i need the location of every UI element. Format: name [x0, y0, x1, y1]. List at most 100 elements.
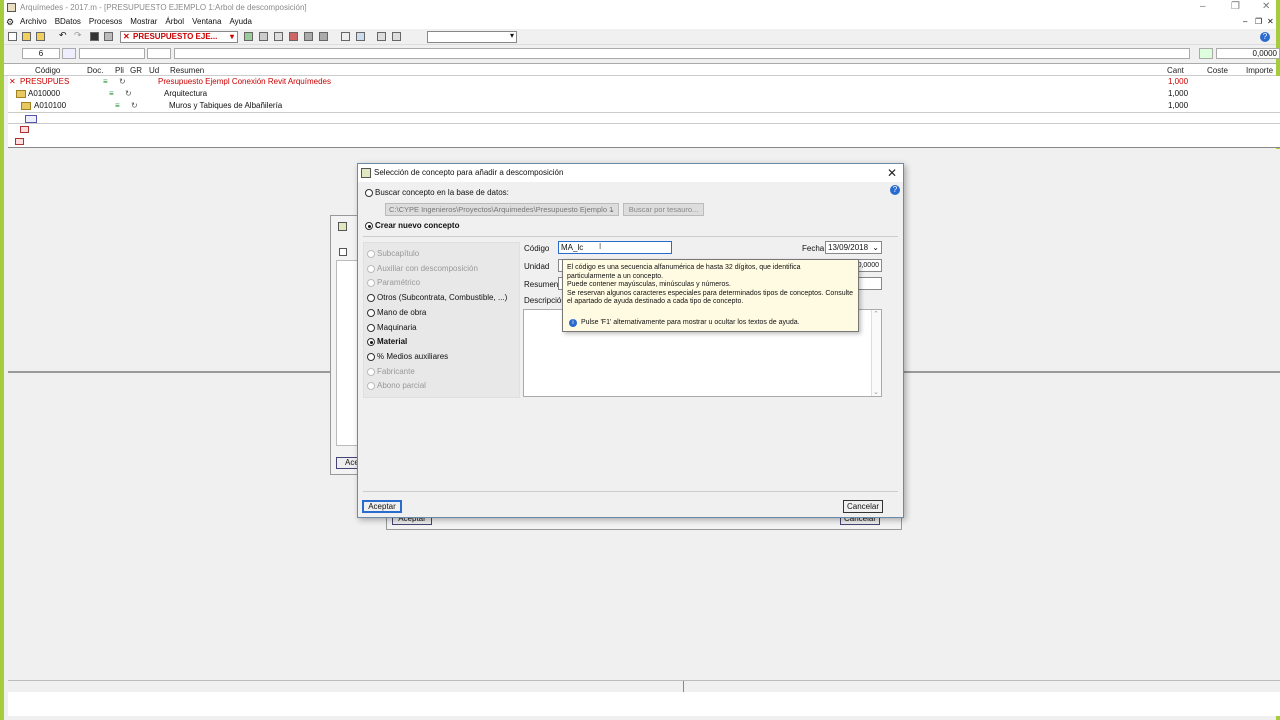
concept-type-label: Paramétrico — [377, 278, 421, 288]
dialog-icon — [361, 168, 371, 178]
save-icon[interactable] — [90, 32, 99, 41]
print-icon[interactable] — [104, 32, 113, 41]
mdi-close-button[interactable]: ✕ — [1267, 15, 1274, 29]
chevron-down-icon[interactable]: ⌄ — [873, 388, 879, 396]
col-gr[interactable]: GR — [130, 66, 142, 75]
toolbar: ↶ ↷ ✕ PRESUPUESTO EJE... ▾ ▾ ? — [4, 29, 1276, 45]
tree-icon: ≡ — [103, 77, 108, 86]
arrow-down-icon: ▾ — [229, 32, 234, 41]
tree-icon[interactable] — [244, 32, 253, 41]
search-db-radio[interactable] — [365, 189, 373, 197]
document-icon[interactable] — [274, 32, 283, 41]
open-recent-icon[interactable] — [36, 32, 45, 41]
menu-item-0[interactable]: Archivo — [20, 15, 47, 29]
tree-row[interactable]: A010100 ≡ ↻ Muros y Tabiques de Albañile… — [8, 100, 1280, 112]
code-input[interactable]: MA_lc I — [558, 241, 672, 254]
window-icon[interactable] — [377, 32, 386, 41]
delete-icon[interactable] — [289, 32, 298, 41]
description-label: Descripción — [524, 296, 566, 305]
row-qty: 1,000 — [1168, 89, 1189, 98]
col-pli[interactable]: Pli — [115, 66, 124, 75]
field-row: 6 0,0000 — [4, 47, 1280, 61]
close-icon[interactable]: ✕ — [887, 166, 897, 180]
tools-icon[interactable] — [1199, 48, 1213, 59]
concept-type-radio[interactable] — [367, 338, 375, 347]
close-button[interactable]: ✕ — [1262, 0, 1270, 14]
row-qty: 1,000 — [1168, 101, 1189, 110]
date-picker[interactable]: 13/09/2018 ⌄ — [825, 241, 882, 254]
cancel-button[interactable]: Cancelar — [843, 500, 883, 513]
help-icon[interactable]: ? — [890, 185, 900, 195]
field-2[interactable] — [79, 48, 145, 59]
minimize-button[interactable]: – — [1200, 0, 1206, 14]
col-summary[interactable]: Resumen — [170, 66, 204, 75]
thesaurus-button[interactable]: Buscar por tesauro... — [623, 203, 704, 216]
undo-icon[interactable]: ↶ — [59, 30, 68, 40]
budget-selector[interactable]: ✕ PRESUPUESTO EJE... ▾ — [120, 31, 238, 43]
tree-row-empty[interactable] — [8, 124, 1280, 136]
menu-bar: ⚙ Archivo BDatos Procesos Mostrar Árbol Venta… — [4, 15, 1276, 29]
path-select[interactable]: C:\CYPE Ingenieros\Proyectos\Arquimedes\… — [385, 203, 619, 216]
create-concept-radio[interactable] — [365, 222, 373, 230]
col-doc[interactable]: Doc. — [87, 66, 103, 75]
mdi-minimize-button[interactable]: – — [1243, 15, 1247, 29]
sort-icon[interactable] — [356, 32, 365, 41]
concept-type-label: Material — [377, 337, 408, 347]
row-summary: Presupuesto Ejempl Conexión Revit Arquím… — [158, 77, 331, 86]
menu-item-6[interactable]: Ayuda — [229, 15, 252, 29]
calendar-icon[interactable] — [62, 48, 76, 59]
tree-row-new[interactable] — [8, 112, 1280, 124]
concept-type-radio[interactable] — [367, 308, 375, 317]
row-code: A010100 — [34, 101, 67, 110]
tree-row-empty[interactable] — [8, 136, 1280, 148]
tree-header: Código Doc. Pli GR Ud Resumen Cant Coste… — [4, 63, 1276, 76]
col-code[interactable]: Código — [35, 66, 60, 75]
open-folder-icon[interactable] — [22, 32, 31, 41]
redo-icon[interactable]: ↷ — [74, 30, 83, 40]
app-window: Arquímedes - 2017.m - [PRESUPUESTO EJEMP… — [0, 0, 1280, 720]
tree-row[interactable]: ✕ PRESUPUES ≡ ↻ Presupuesto Ejempl Conex… — [8, 76, 1280, 88]
filter-icon[interactable] — [341, 32, 350, 41]
col-cost[interactable]: Coste — [1207, 66, 1228, 75]
mdi-icon: ⚙ — [6, 17, 15, 27]
menu-item-4[interactable]: Árbol — [165, 15, 184, 29]
view-combo[interactable]: ▾ — [427, 31, 517, 43]
menu-item-3[interactable]: Mostrar — [130, 15, 157, 29]
concept-type-label: Mano de obra — [377, 307, 427, 317]
folder-icon — [21, 102, 31, 110]
amount-field[interactable]: 0,0000 — [1216, 48, 1280, 59]
tooltip-line: el apartado de ayuda destinado a cada ti… — [567, 298, 744, 306]
concept-type-radio[interactable] — [367, 323, 375, 332]
stack-icon[interactable] — [304, 32, 313, 41]
col-qty[interactable]: Cant — [1167, 66, 1184, 75]
print-preview-icon[interactable] — [319, 32, 328, 41]
accept-button[interactable]: Aceptar — [362, 500, 402, 513]
tooltip-line: Se reservan algunos caracteres especiale… — [567, 289, 853, 297]
network-icon[interactable] — [259, 32, 268, 41]
col-amount[interactable]: Importe — [1246, 66, 1273, 75]
concept-type-label: Maquinaria — [377, 322, 417, 332]
maximize-button[interactable]: ❐ — [1231, 0, 1240, 14]
field-3[interactable] — [147, 48, 171, 59]
dialog-title: Selección de concepto para añadir a desc… — [374, 168, 564, 177]
help-icon[interactable]: ? — [1260, 32, 1270, 42]
concept-type-radio[interactable] — [367, 294, 375, 303]
tree-row[interactable]: A010000 ≡ ↻ Arquitectura 1,000 — [8, 88, 1280, 100]
taskbar-area — [8, 692, 1280, 716]
chevron-up-icon[interactable]: ⌃ — [873, 310, 879, 318]
menu-item-5[interactable]: Ventana — [192, 15, 221, 29]
field-summary[interactable] — [174, 48, 1190, 59]
menu-item-2[interactable]: Procesos — [89, 15, 122, 29]
menu-item-1[interactable]: BDatos — [55, 15, 81, 29]
row-summary: Muros y Tabiques de Albañilería — [169, 101, 283, 110]
add-icon — [339, 248, 347, 256]
select-concept-dialog: Selección de concepto para añadir a desc… — [357, 163, 904, 518]
level-field[interactable]: 6 — [22, 48, 60, 59]
concept-type-radio[interactable] — [367, 352, 375, 361]
scrollbar[interactable]: ⌃ ⌄ — [871, 310, 881, 396]
dialog-title-bar: Selección de concepto para añadir a desc… — [358, 164, 903, 182]
col-ud[interactable]: Ud — [149, 66, 159, 75]
new-file-icon[interactable] — [8, 32, 17, 41]
mdi-restore-button[interactable]: ❐ — [1255, 15, 1262, 29]
windows-icon[interactable] — [392, 32, 401, 41]
